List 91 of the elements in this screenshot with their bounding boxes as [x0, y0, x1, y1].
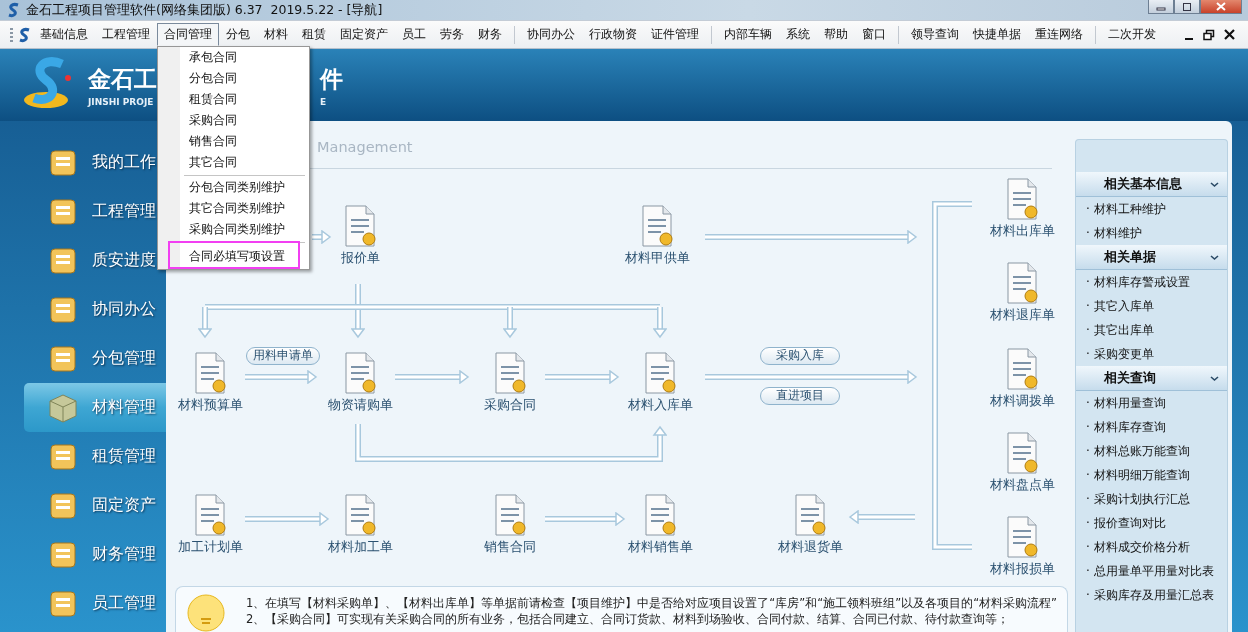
- menu-item[interactable]: 证件管理: [644, 23, 706, 46]
- menu-item[interactable]: 快捷单据: [966, 23, 1028, 46]
- node-label[interactable]: 材料加工单: [327, 538, 393, 556]
- section-header[interactable]: 相关查询: [1076, 366, 1227, 391]
- menu-item[interactable]: 劳务: [433, 23, 471, 46]
- menu-item[interactable]: 二次开发: [1101, 23, 1163, 46]
- close-button[interactable]: [1222, 27, 1236, 42]
- node-label[interactable]: 报价单: [340, 249, 380, 267]
- node-label[interactable]: 材料退货单: [777, 538, 843, 556]
- menu-item[interactable]: 领导查询: [904, 23, 966, 46]
- sidebar-item[interactable]: 财务管理: [24, 530, 166, 579]
- panel-title: Management: [317, 138, 413, 155]
- tip-text: 2、【采购合同】可实现有关采购合同的所有业务，包括合同建立、合同订货款、材料到场验收、合同付款、结算、合同已付款、待付款查询等；: [246, 611, 1011, 627]
- sidebar-item[interactable]: 协同办公: [24, 285, 166, 334]
- menu-item[interactable]: 行政物资: [582, 23, 644, 46]
- sidebar-item[interactable]: 固定资产: [24, 481, 166, 530]
- link-item[interactable]: · 采购计划执行汇总: [1076, 487, 1227, 511]
- chevron-down-icon[interactable]: [1210, 179, 1219, 189]
- minimize-icon: [1185, 37, 1193, 40]
- restore-icon: [1203, 28, 1215, 41]
- maximize-button[interactable]: [1174, 0, 1200, 14]
- node-label[interactable]: 材料报损单: [989, 560, 1055, 578]
- node-label[interactable]: 销售合同: [484, 538, 536, 556]
- restore-button[interactable]: [1202, 27, 1216, 42]
- section-title: 相关单据: [1104, 248, 1156, 266]
- node-label[interactable]: 加工计划单: [177, 538, 243, 556]
- lightbulb-icon: [186, 593, 226, 632]
- menu-item[interactable]: 财务: [471, 23, 509, 46]
- tip-text: 1、在填写【材料采购单】、【材料出库单】等单据前请检查【项目维护】中是否给对应项目设置了“库房”和“施工领料班组”以及各项目的“材料采购流程”: [246, 595, 1058, 611]
- node-label[interactable]: 材料出库单: [989, 222, 1055, 240]
- sidebar-item[interactable]: 员工管理: [24, 579, 166, 628]
- link-item[interactable]: · 材料明细万能查询: [1076, 463, 1227, 487]
- node-label[interactable]: 材料甲供单: [624, 249, 690, 267]
- node-label[interactable]: 材料退库单: [989, 306, 1055, 324]
- menu-option[interactable]: 分包合同: [158, 68, 309, 89]
- node-label[interactable]: 材料调拨单: [989, 392, 1055, 410]
- menu-item[interactable]: 材料: [257, 23, 295, 46]
- close-icon: [1216, 2, 1226, 11]
- sidebar-item[interactable]: 分包管理: [24, 334, 166, 383]
- close-icon: [1223, 29, 1235, 40]
- link-item[interactable]: · 其它出库单: [1076, 318, 1227, 342]
- link-item[interactable]: · 总用量单平用量对比表: [1076, 559, 1227, 583]
- menu-item[interactable]: 工程管理: [95, 23, 157, 46]
- link-item[interactable]: · 材料成交价格分析: [1076, 535, 1227, 559]
- chevron-down-icon[interactable]: [1210, 373, 1219, 383]
- node-label[interactable]: 材料销售单: [627, 538, 693, 556]
- node-label[interactable]: 物资请购单: [327, 396, 393, 414]
- link-item[interactable]: · 材料维护: [1076, 221, 1227, 245]
- node-label[interactable]: 材料盘点单: [989, 476, 1055, 494]
- menu-item[interactable]: 系统: [779, 23, 817, 46]
- app-title: 金石工: [88, 64, 158, 94]
- menu-item[interactable]: 分包: [219, 23, 257, 46]
- section-header[interactable]: 相关基本信息: [1076, 172, 1227, 197]
- flow-tag: 直进项目: [760, 386, 840, 405]
- menu-item[interactable]: 固定资产: [333, 23, 395, 46]
- app-title: 件: [320, 64, 343, 94]
- link-item[interactable]: · 材料总账万能查询: [1076, 439, 1227, 463]
- menu-item[interactable]: 租赁: [295, 23, 333, 46]
- flow-tag: 采购入库: [760, 346, 840, 365]
- sidebar-item[interactable]: 租赁管理: [24, 432, 166, 481]
- link-item[interactable]: · 采购库存及用量汇总表: [1076, 583, 1227, 607]
- link-item[interactable]: · 材料用量查询: [1076, 391, 1227, 415]
- menu-option[interactable]: 采购合同: [158, 110, 309, 131]
- flow-tag: 用料申请单: [246, 346, 320, 365]
- window-title: 金石工程项目管理软件(网络集团版) 6.37 2019.5.22 - [导航]: [26, 1, 383, 19]
- section-title: 相关查询: [1104, 369, 1156, 387]
- menu-item[interactable]: 重连网络: [1028, 23, 1090, 46]
- section-title: 相关基本信息: [1104, 175, 1182, 193]
- link-item[interactable]: · 材料库存查询: [1076, 415, 1227, 439]
- menu-option[interactable]: 租赁合同: [158, 89, 309, 110]
- node-label[interactable]: 采购合同: [484, 396, 536, 414]
- link-item[interactable]: · 材料工种维护: [1076, 197, 1227, 221]
- link-item[interactable]: · 报价查询对比: [1076, 511, 1227, 535]
- node-label[interactable]: 材料预算单: [177, 396, 243, 414]
- menu-option[interactable]: 承包合同: [158, 47, 309, 68]
- app-subtitle: JINSHI PROJE: [88, 96, 155, 107]
- menu-item[interactable]: 员工: [395, 23, 433, 46]
- maximize-icon: [1182, 2, 1192, 11]
- menu-item[interactable]: 合同管理: [157, 23, 219, 46]
- menu-item[interactable]: 基础信息: [33, 23, 95, 46]
- menu-item[interactable]: 窗口: [855, 23, 893, 46]
- node-label[interactable]: 材料入库单: [627, 396, 693, 414]
- menu-item[interactable]: 协同办公: [520, 23, 582, 46]
- link-item[interactable]: · 采购变更单: [1076, 342, 1227, 366]
- app-subtitle: E: [320, 96, 327, 107]
- chevron-down-icon[interactable]: [1210, 252, 1219, 262]
- menu-item[interactable]: 内部车辆: [717, 23, 779, 46]
- menu-item[interactable]: 帮助: [817, 23, 855, 46]
- section-header[interactable]: 相关单据: [1076, 245, 1227, 270]
- link-item[interactable]: · 材料库存警戒设置: [1076, 270, 1227, 294]
- link-item[interactable]: · 其它入库单: [1076, 294, 1227, 318]
